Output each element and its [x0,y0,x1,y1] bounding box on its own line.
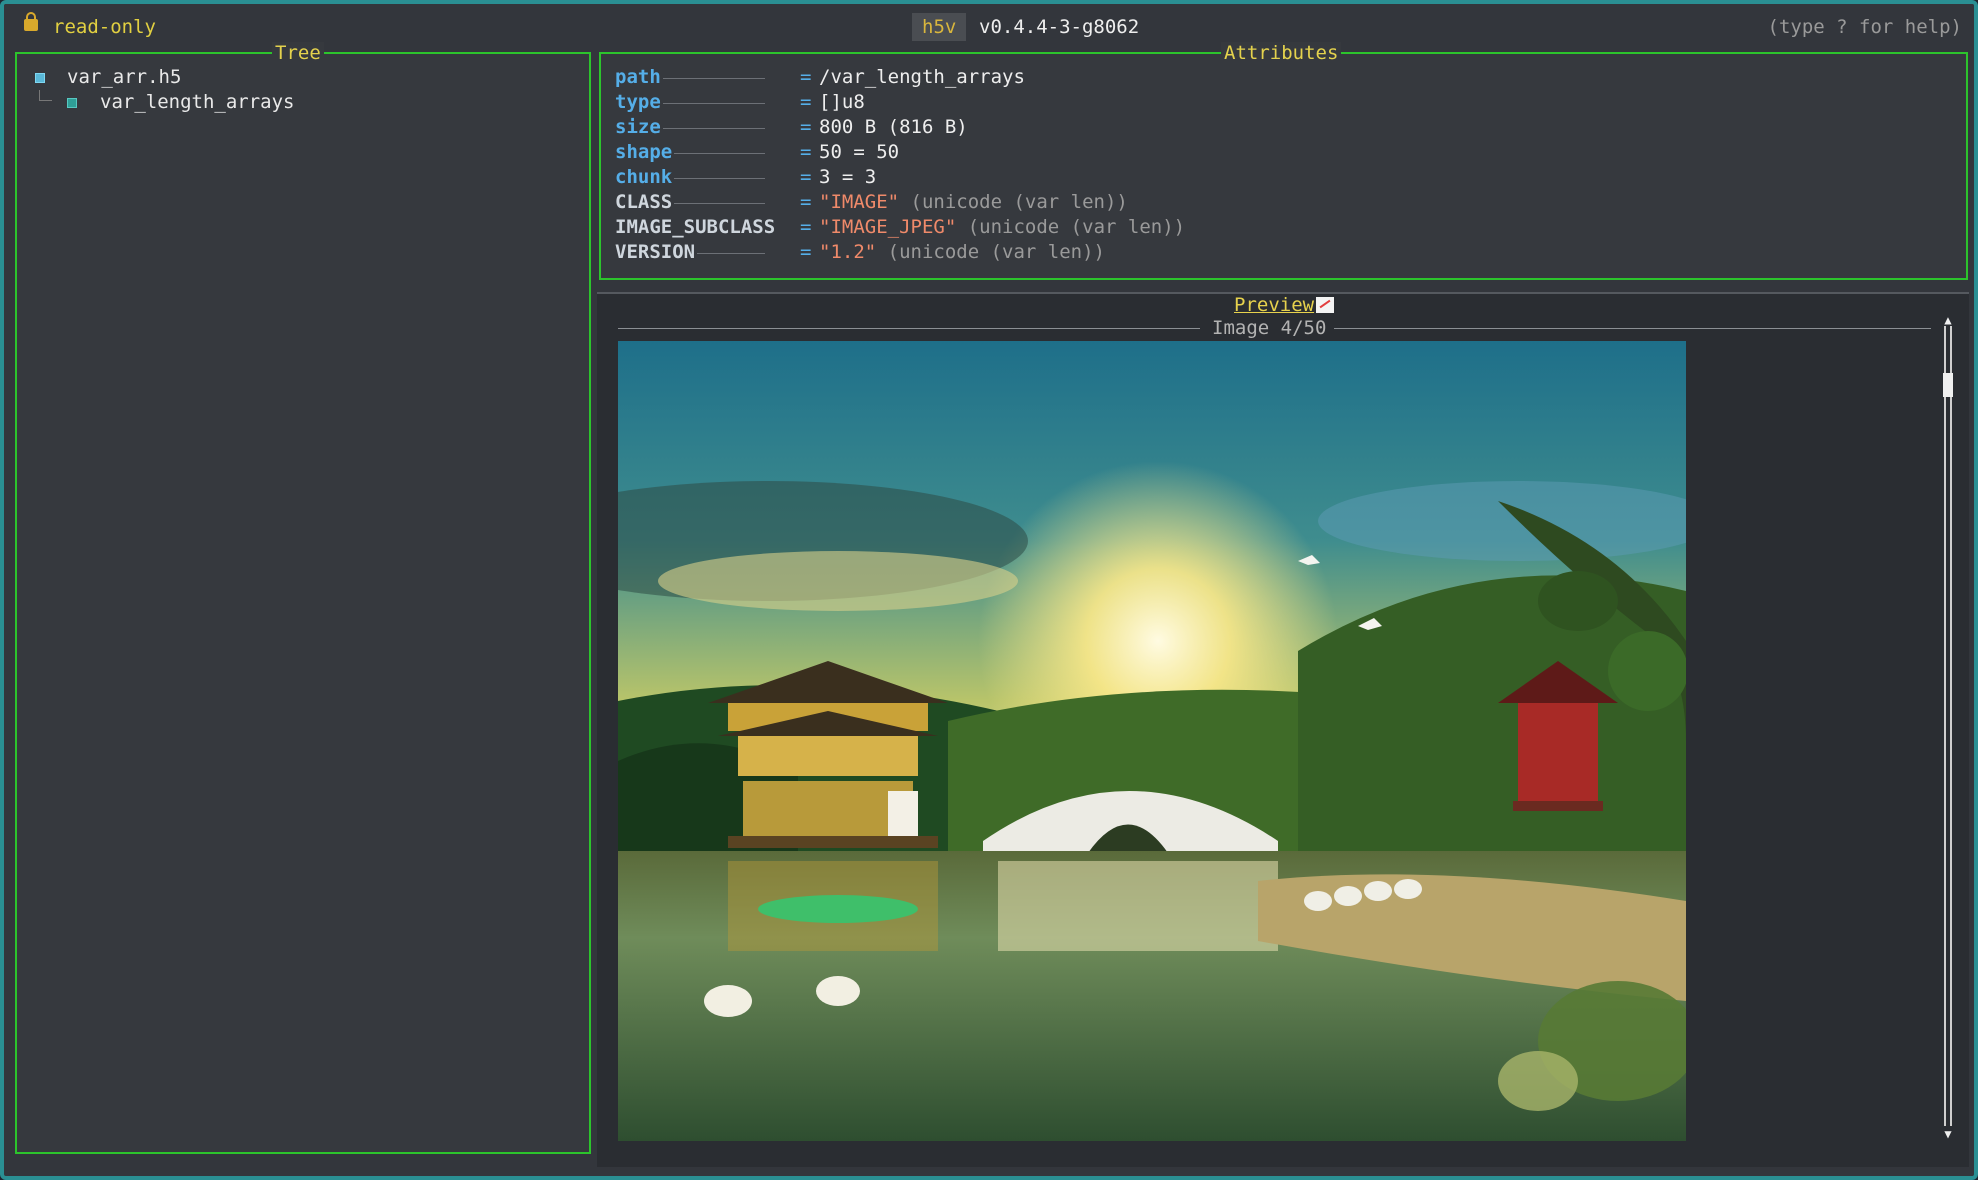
attribute-equals: = [800,166,812,188]
image-index-label: Image 4/50 [1212,317,1327,339]
attribute-equals: = [800,91,812,113]
attribute-value: []u8 [819,91,865,113]
attribute-value: 800 B (816 B) [819,116,968,138]
attribute-row: path = /var_length_arrays [615,66,1915,91]
attribute-type-note: (unicode (var len)) [967,216,1186,238]
attributes-panel: Attributes path = /var_length_arrays typ… [599,42,1968,280]
attribute-key: CLASS [615,191,675,213]
attribute-key: size [615,116,663,138]
attribute-value: "IMAGE" (unicode (var len)) [819,191,1128,213]
tree-item-label: var_length_arrays [100,91,295,113]
lock-icon [24,12,38,31]
attribute-string-value: "1.2" [819,241,877,263]
preview-image [618,341,1686,1141]
tree-panel: Tree var_arr.h5 var_length_arrays [15,42,591,1154]
attribute-equals: = [800,191,812,213]
attribute-row: VERSION = "1.2" (unicode (var len)) [615,241,1915,266]
preview-panel: Preview Image 4/50 ▲ ▼ [597,292,1969,1167]
attribute-string-value: "IMAGE" [819,191,900,213]
preview-tab[interactable]: Preview [1234,294,1335,318]
scroll-thumb[interactable] [1943,373,1953,397]
attribute-key: shape [615,141,675,163]
app-window: read-only h5v v0.4.4-3-g8062 (type ? for… [0,0,1978,1180]
tree-item-label: var_arr.h5 [67,66,182,88]
attribute-equals: = [800,116,812,138]
attribute-value: "1.2" (unicode (var len)) [819,241,1105,263]
tree-panel-title: Tree [272,42,324,64]
attribute-value: "IMAGE_JPEG" (unicode (var len)) [819,216,1185,238]
attribute-equals: = [800,66,812,88]
attribute-row: CLASS = "IMAGE" (unicode (var len)) [615,191,1915,216]
attribute-type-note: (unicode (var len)) [887,241,1105,263]
attribute-row: shape = 50 = 50 [615,141,1915,166]
attribute-key: VERSION [615,241,698,263]
scroll-down-arrow[interactable]: ▼ [1942,1128,1954,1140]
landscape-image [618,341,1686,1141]
attribute-type-note: (unicode (var len)) [910,191,1128,213]
image-header-rule-left [618,328,1200,329]
attribute-value: /var_length_arrays [819,66,1025,88]
help-hint: (type ? for help) [1767,16,1962,38]
preview-scrollbar[interactable] [1943,326,1953,1126]
app-name: h5v [912,13,967,41]
attribute-row: type = []u8 [615,91,1915,116]
scroll-up-arrow[interactable]: ▲ [1942,314,1954,326]
attribute-key: chunk [615,166,675,188]
version-label: v0.4.4-3-g8062 [979,16,1140,38]
attribute-equals: = [800,241,812,263]
tree-branch-line [39,90,52,101]
dataset-node-icon [67,98,77,108]
attribute-key: path [615,66,663,88]
attribute-key: IMAGE_SUBCLASS [615,216,778,238]
file-node-icon [35,73,45,83]
attribute-string-value: "IMAGE_JPEG" [819,216,957,238]
chart-icon [1316,297,1335,313]
attribute-row: chunk = 3 = 3 [615,166,1915,191]
attribute-value: 50 = 50 [819,141,900,163]
preview-title: Preview [1234,294,1315,316]
attribute-key: type [615,91,663,113]
attribute-row: IMAGE_SUBCLASS = "IMAGE_JPEG" (unicode (… [615,216,1915,241]
mode-indicator: read-only [53,16,156,38]
attribute-equals: = [800,141,812,163]
attributes-panel-title: Attributes [1221,42,1342,64]
attribute-equals: = [800,216,812,238]
attribute-value: 3 = 3 [819,166,877,188]
image-header-rule-right [1334,328,1931,329]
attribute-row: size = 800 B (816 B) [615,116,1915,141]
